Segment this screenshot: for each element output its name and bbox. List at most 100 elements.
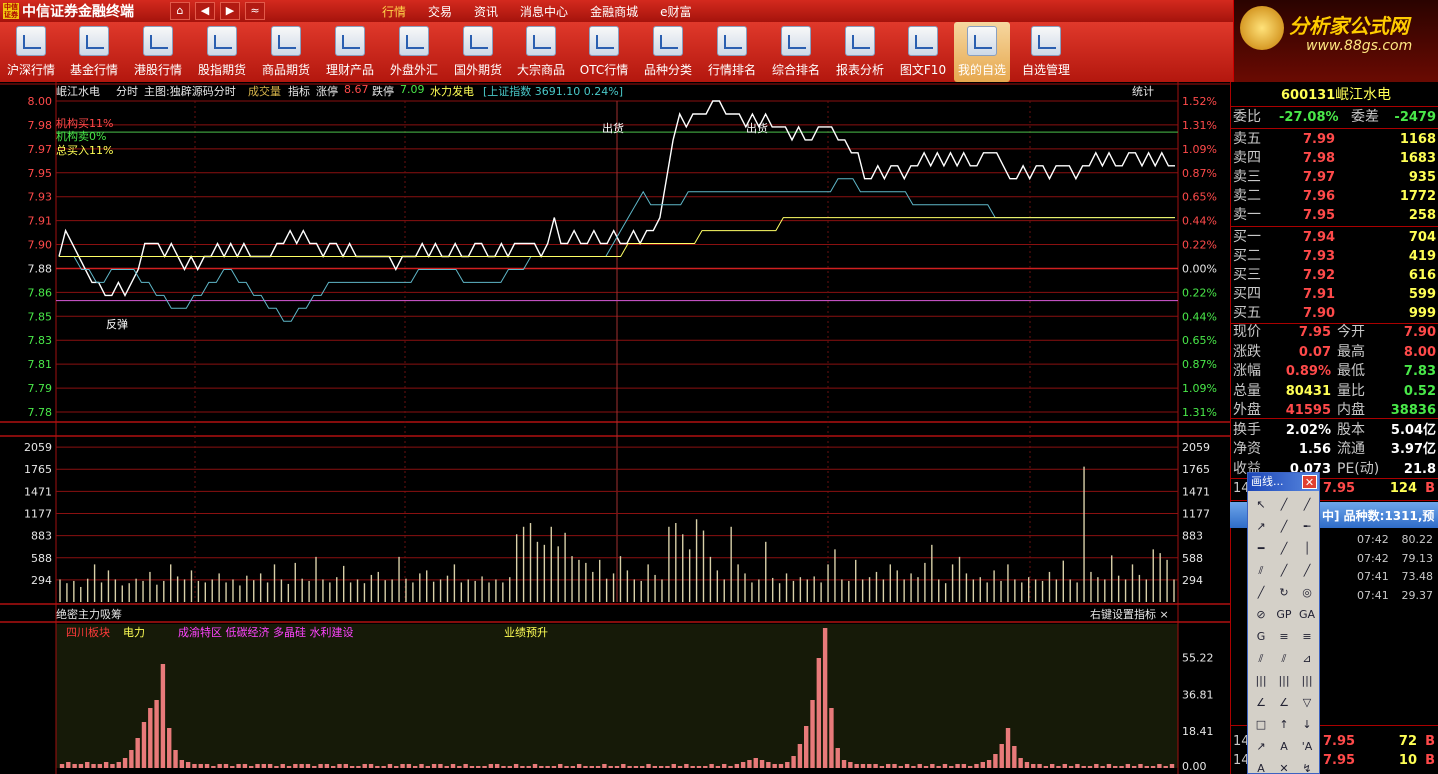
toolbar-item-10[interactable]: 品种分类	[636, 22, 700, 82]
menu-news[interactable]: 资讯	[474, 3, 498, 20]
drawing-tool-38[interactable]: ↯	[1296, 758, 1318, 774]
drawing-tool-23[interactable]: ⊿	[1296, 648, 1318, 669]
ad-banner[interactable]: 分析家公式网 www.88gs.com	[1233, 0, 1438, 82]
indicator-bar	[904, 764, 910, 768]
drawing-tool-29[interactable]: ▽	[1296, 692, 1318, 713]
chart-volume-label[interactable]: 成交量	[248, 83, 281, 99]
toolbar-item-12[interactable]: 综合排名	[764, 22, 828, 82]
ask-row-3[interactable]: 卖三 7.97 935	[1231, 168, 1438, 187]
drawing-tool-7[interactable]: ╱	[1273, 538, 1295, 559]
indicator-bar	[671, 764, 676, 768]
price-tick-label: 7.79	[28, 382, 53, 395]
indicator-bar	[122, 758, 128, 768]
menu-mall[interactable]: 金融商城	[590, 3, 638, 20]
ask-row-2[interactable]: 卖二 7.96 1772	[1231, 187, 1438, 206]
drawing-tool-28[interactable]: ∠	[1273, 692, 1295, 713]
close-icon[interactable]: ✕	[1302, 475, 1317, 489]
drawing-tool-34[interactable]: A	[1273, 736, 1295, 757]
chart-main-indicator[interactable]: 主图:独辟源码分时	[144, 83, 236, 99]
menu-trade[interactable]: 交易	[428, 3, 452, 20]
bid-row-1[interactable]: 买一 7.94 704	[1231, 228, 1438, 247]
drawing-tool-4[interactable]: ╱	[1273, 516, 1295, 537]
drawing-tool-12[interactable]: ╱	[1250, 582, 1272, 603]
set-indicator-hint[interactable]: 右键设置指标 ×	[1090, 606, 1169, 622]
drawing-tool-32[interactable]: ↓	[1296, 714, 1318, 735]
toolbar-label-15: 我的自选	[957, 63, 1006, 77]
toolbar-item-16[interactable]: 自选管理	[1010, 22, 1082, 82]
home-icon[interactable]: ⌂	[170, 2, 190, 20]
toolbar-item-9[interactable]: OTC行情	[572, 22, 636, 82]
volume-tick-label-right: 1471	[1182, 485, 1210, 498]
palette-title-bar[interactable]: 画线... ✕	[1248, 473, 1319, 491]
drawing-tool-18[interactable]: G	[1250, 626, 1272, 647]
drawing-tool-37[interactable]: ✕	[1273, 758, 1295, 774]
drawing-tool-13[interactable]: ↻	[1273, 582, 1295, 603]
drawing-tool-21[interactable]: ⫽	[1250, 648, 1272, 669]
chart-area[interactable]: 8.00 1.52% 7.98 1.31% 7.97 1.09% 7.95 0.87% 7.93…	[0, 82, 1230, 774]
stat-row-2: 涨幅 0.89% 最低 7.83	[1231, 362, 1438, 381]
indicator-bar	[722, 764, 727, 768]
drawing-tools-palette[interactable]: 画线... ✕ ↖ ╱ ╱ ↗ ╱ ╾ ━ ╱ │ ⫽ ╱ ╱ ╱ ↻ ◎ ⊘ GP GA G ≡ ≡ ⫽ ⫽ ⊿ ||| |||…	[1247, 472, 1320, 774]
drawing-tool-9[interactable]: ⫽	[1250, 560, 1272, 581]
toolbar-item-11[interactable]: 行情排名	[700, 22, 764, 82]
collapse-icon[interactable]: ≈	[245, 2, 265, 20]
drawing-tool-2[interactable]: ╱	[1296, 494, 1318, 515]
drawing-tool-3[interactable]: ↗	[1250, 516, 1272, 537]
toolbar-item-8[interactable]: 大宗商品	[510, 22, 572, 82]
drawing-tool-24[interactable]: |||	[1250, 670, 1272, 691]
drawing-tool-25[interactable]: |||	[1273, 670, 1295, 691]
toolbar-item-2[interactable]: 港股行情	[126, 22, 190, 82]
drawing-tool-31[interactable]: ↑	[1273, 714, 1295, 735]
back-icon[interactable]: ◀	[195, 2, 215, 20]
toolbar-item-4[interactable]: 商品期货	[254, 22, 318, 82]
drawing-tool-19[interactable]: ≡	[1273, 626, 1295, 647]
toolbar-item-15[interactable]: 我的自选	[954, 22, 1010, 82]
drawing-tool-15[interactable]: ⊘	[1250, 604, 1272, 625]
toolbar-item-13[interactable]: 报表分析	[828, 22, 892, 82]
drawing-tool-5[interactable]: ╾	[1296, 516, 1318, 537]
bid-row-5[interactable]: 买五 7.90 999	[1231, 304, 1438, 323]
drawing-tool-0[interactable]: ↖	[1250, 494, 1272, 515]
stat-v2: 8.00	[1403, 344, 1436, 360]
toolbar-item-7[interactable]: 国外期货	[446, 22, 510, 82]
order-ratio-label: 委比	[1233, 109, 1261, 125]
bid-row-3[interactable]: 买三 7.92 616	[1231, 266, 1438, 285]
indicator-bar	[78, 764, 84, 768]
menu-messages[interactable]: 消息中心	[520, 3, 568, 20]
forward-icon[interactable]: ▶	[220, 2, 240, 20]
drawing-tool-1[interactable]: ╱	[1273, 494, 1295, 515]
drawing-tool-33[interactable]: ↗	[1250, 736, 1272, 757]
toolbar-item-6[interactable]: 外盘外汇	[382, 22, 446, 82]
drawing-tool-14[interactable]: ◎	[1296, 582, 1318, 603]
menu-market[interactable]: 行情	[382, 3, 406, 20]
drawing-tool-10[interactable]: ╱	[1273, 560, 1295, 581]
bid-row-4[interactable]: 买四 7.91 599	[1231, 285, 1438, 304]
indicator-bar	[930, 764, 935, 768]
chart-indicator-label[interactable]: 指标	[288, 83, 310, 99]
drawing-tool-8[interactable]: │	[1296, 538, 1318, 559]
toolbar-item-5[interactable]: 理财产品	[318, 22, 382, 82]
ask-row-1[interactable]: 卖一 7.95 258	[1231, 206, 1438, 225]
drawing-tool-27[interactable]: ∠	[1250, 692, 1272, 713]
toolbar-item-0[interactable]: 沪深行情	[0, 22, 62, 82]
drawing-tool-35[interactable]: 'A	[1296, 736, 1318, 757]
drawing-tool-26[interactable]: |||	[1296, 670, 1318, 691]
ask-row-5[interactable]: 卖五 7.99 1168	[1231, 130, 1438, 149]
chart-canvas[interactable]: 8.00 1.52% 7.98 1.31% 7.97 1.09% 7.95 0.87% 7.93…	[0, 82, 1230, 774]
toolbar-item-3[interactable]: 股指期货	[190, 22, 254, 82]
ask-row-4[interactable]: 卖四 7.98 1683	[1231, 149, 1438, 168]
drawing-tool-11[interactable]: ╱	[1296, 560, 1318, 581]
bid-row-2[interactable]: 买二 7.93 419	[1231, 247, 1438, 266]
drawing-tool-20[interactable]: ≡	[1296, 626, 1318, 647]
drawing-tool-16[interactable]: GP	[1273, 604, 1295, 625]
menu-efortune[interactable]: e财富	[660, 3, 691, 20]
toolbar-item-1[interactable]: 基金行情	[62, 22, 126, 82]
drawing-tool-30[interactable]: □	[1250, 714, 1272, 735]
drawing-tool-36[interactable]: A	[1250, 758, 1272, 774]
stats-button[interactable]: 统计	[1132, 83, 1154, 99]
toolbar-item-14[interactable]: 图文F10	[892, 22, 954, 82]
drawing-tool-22[interactable]: ⫽	[1273, 648, 1295, 669]
drawing-tool-6[interactable]: ━	[1250, 538, 1272, 559]
drawing-tool-17[interactable]: GA	[1296, 604, 1318, 625]
chart-period[interactable]: 分时	[116, 83, 138, 99]
